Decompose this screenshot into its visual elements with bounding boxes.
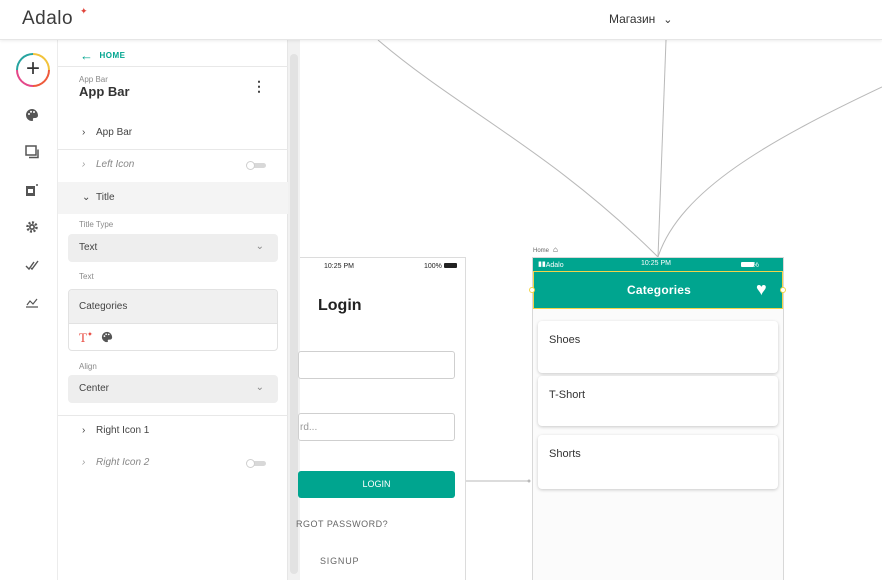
list-item[interactable]: T-Short (538, 376, 778, 426)
app-bar-selected[interactable]: Categories ♥ (533, 271, 783, 309)
heart-icon[interactable]: ♥ (756, 279, 767, 300)
section-right-icon-2[interactable]: › Right Icon 2 (82, 457, 149, 468)
properties-panel: ← HOME App Bar App Bar ⋮ › App Bar › Left I… (58, 40, 288, 580)
signup-link[interactable]: SIGNUP (320, 556, 359, 566)
adalo-logo[interactable]: Adalo (22, 8, 73, 30)
home-icon: ⌂ (553, 245, 558, 254)
divider (58, 149, 288, 150)
divider (58, 415, 288, 416)
new-component-icon[interactable] (22, 182, 42, 202)
chevron-down-icon: ⌄ (82, 192, 91, 203)
battery-icon (443, 263, 457, 268)
settings-icon[interactable] (22, 219, 42, 239)
chevron-right-icon: › (82, 457, 86, 468)
section-right-icon-2-label: Right Icon 2 (96, 457, 150, 468)
component-type-label: App Bar (79, 75, 108, 84)
title-text-box: Categories T✦ (68, 289, 278, 351)
resize-handle-left[interactable] (529, 287, 535, 293)
add-icon: + (18, 55, 48, 85)
list-item[interactable]: Shorts (538, 435, 778, 489)
list-item-label: T-Short (549, 389, 586, 401)
status-bar: ▮▮ Adalo 10:25 PM 100% (533, 258, 783, 271)
chevron-down-icon: ⌄ (255, 382, 264, 393)
login-title: Login (318, 297, 362, 314)
login-button[interactable]: LOGIN (298, 471, 455, 498)
more-options-icon[interactable]: ⋮ (252, 78, 266, 95)
right-icon-2-toggle[interactable] (246, 459, 266, 468)
screen-label[interactable]: Home ⌂ (533, 245, 558, 254)
title-text-input[interactable]: Categories (69, 290, 277, 324)
login-screen[interactable]: 10:25 PM 100% Login rd... LOGIN RGOT PAS… (296, 257, 466, 580)
back-label: HOME (99, 51, 126, 60)
section-left-icon[interactable]: › Left Icon (82, 159, 134, 170)
logo-sparkle-icon: ✦ (80, 6, 88, 16)
carrier-name: Adalo (545, 262, 564, 269)
signal-carrier: ▮▮ Adalo (538, 261, 564, 269)
arrow-left-icon: ← (80, 48, 94, 63)
status-time: 10:25 PM (641, 260, 671, 267)
list-item-label: Shoes (549, 334, 581, 346)
section-title-label: Title (96, 192, 115, 203)
left-icon-toggle[interactable] (246, 161, 266, 170)
component-name[interactable]: App Bar (79, 84, 130, 99)
back-to-home-link[interactable]: ← HOME (80, 48, 126, 63)
password-placeholder: rd... (300, 422, 318, 433)
resize-handle-right[interactable] (780, 287, 786, 293)
status-battery: 100% (424, 263, 457, 270)
email-input[interactable] (298, 351, 455, 379)
section-left-icon-label: Left Icon (96, 159, 135, 170)
list-item[interactable]: Shoes (538, 321, 778, 373)
chevron-right-icon: › (82, 425, 86, 436)
publish-check-icon[interactable] (22, 257, 42, 277)
align-select[interactable]: Center ⌄ (68, 375, 278, 403)
section-right-icon-1-label: Right Icon 1 (96, 425, 150, 436)
title-type-label: Title Type (79, 220, 114, 229)
analytics-icon[interactable] (22, 294, 42, 314)
align-value: Center (79, 383, 110, 394)
app-name: Магазин (609, 12, 656, 26)
list-item-label: Shorts (549, 448, 581, 460)
categories-screen[interactable]: ▮▮ Adalo 10:25 PM 100% Categories ♥ Shoe… (529, 257, 786, 580)
section-title-header[interactable]: ⌄ Title (58, 182, 288, 214)
status-time: 10:25 PM (324, 263, 354, 270)
title-type-select[interactable]: Text ⌄ (68, 234, 278, 262)
battery-icon (741, 262, 754, 267)
app-switcher[interactable]: Магазин ⌄ (609, 12, 673, 26)
align-label: Align (79, 362, 97, 371)
left-toolbar: + (0, 40, 58, 580)
chevron-down-icon: ⌄ (255, 241, 264, 252)
top-bar: Adalo ✦ Магазин ⌄ (0, 0, 882, 40)
scrollbar-thumb[interactable] (290, 54, 298, 574)
password-input[interactable]: rd... (298, 413, 455, 441)
screen-name: Home (533, 248, 550, 254)
palette-icon[interactable] (22, 107, 42, 127)
text-label: Text (79, 272, 94, 281)
title-text-value: Categories (79, 301, 128, 312)
app-bar-title: Categories (626, 283, 692, 297)
chevron-right-icon: › (82, 127, 86, 138)
section-app-bar-label: App Bar (96, 127, 133, 138)
chevron-down-icon: ⌄ (663, 14, 673, 26)
forgot-password-link[interactable]: RGOT PASSWORD? (296, 519, 388, 529)
panel-scrollbar[interactable] (288, 40, 300, 580)
section-title: ⌄ Title (82, 192, 115, 203)
text-style-palette-icon[interactable] (101, 331, 113, 346)
screens-icon[interactable] (22, 144, 42, 164)
title-type-value: Text (79, 242, 98, 253)
chevron-right-icon: › (82, 159, 86, 170)
section-right-icon-1[interactable]: › Right Icon 1 (82, 425, 149, 436)
section-app-bar[interactable]: › App Bar (82, 127, 132, 138)
magic-text-icon[interactable]: T✦ (79, 330, 93, 346)
divider (58, 66, 288, 67)
battery-text: 100% (424, 263, 442, 270)
add-button[interactable]: + (16, 53, 50, 87)
